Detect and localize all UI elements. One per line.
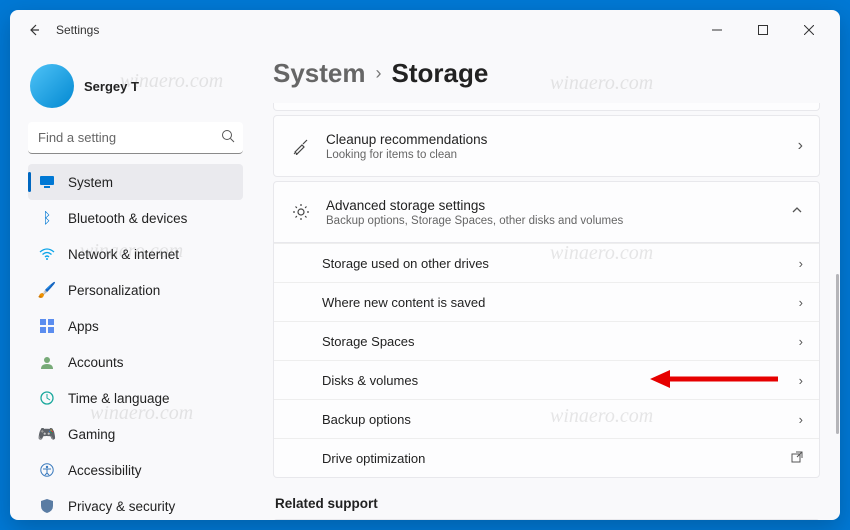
nav-label: Apps [68, 319, 99, 334]
sub-where-new-content[interactable]: Where new content is saved › [274, 282, 819, 321]
sub-label: Disks & volumes [322, 373, 418, 388]
nav-network[interactable]: Network & internet [28, 236, 243, 272]
advanced-card[interactable]: Advanced storage settings Backup options… [273, 181, 820, 243]
app-title: Settings [56, 23, 99, 37]
card-top-edge [273, 103, 820, 111]
nav-accounts[interactable]: Accounts [28, 344, 243, 380]
accounts-icon [38, 353, 56, 371]
apps-icon [38, 317, 56, 335]
nav-label: Personalization [68, 283, 160, 298]
wifi-icon [38, 245, 56, 263]
sub-backup-options[interactable]: Backup options › [274, 399, 819, 438]
nav-system[interactable]: System [28, 164, 243, 200]
sub-disks-volumes[interactable]: Disks & volumes › [274, 360, 819, 399]
cleanup-card[interactable]: Cleanup recommendations Looking for item… [273, 115, 820, 177]
shield-icon [38, 497, 56, 515]
nav-apps[interactable]: Apps [28, 308, 243, 344]
sub-label: Storage used on other drives [322, 256, 489, 271]
sub-storage-spaces[interactable]: Storage Spaces › [274, 321, 819, 360]
nav-label: System [68, 175, 113, 190]
row-subtitle: Backup options, Storage Spaces, other di… [326, 215, 791, 227]
chevron-right-icon: › [799, 373, 803, 388]
breadcrumb: System › Storage [273, 58, 820, 89]
gear-icon [290, 203, 312, 221]
clock-icon [38, 389, 56, 407]
minimize-icon [712, 25, 722, 35]
breadcrumb-parent[interactable]: System [273, 58, 366, 89]
maximize-button[interactable] [740, 15, 786, 45]
bluetooth-icon: ᛒ [38, 209, 56, 227]
system-icon [38, 173, 56, 191]
nav-list: System ᛒ Bluetooth & devices Network & in… [28, 164, 255, 520]
back-button[interactable] [18, 14, 50, 46]
chevron-right-icon: › [799, 256, 803, 271]
main-content: System › Storage Cleanup recommendations… [255, 50, 840, 520]
external-link-icon [791, 451, 803, 466]
nav-label: Gaming [68, 427, 115, 442]
broom-icon [290, 137, 312, 155]
row-subtitle: Looking for items to clean [326, 149, 798, 161]
related-card[interactable]: Help from the web [273, 519, 820, 520]
close-button[interactable] [786, 15, 832, 45]
titlebar: Settings [10, 10, 840, 50]
window-controls [694, 15, 832, 45]
nav-label: Time & language [68, 391, 170, 406]
row-title: Advanced storage settings [326, 198, 791, 213]
scrollbar-thumb[interactable] [836, 274, 839, 434]
sub-label: Storage Spaces [322, 334, 415, 349]
chevron-up-icon [791, 203, 803, 221]
page-title: Storage [392, 58, 489, 89]
maximize-icon [758, 25, 768, 35]
search-input[interactable] [28, 122, 243, 154]
minimize-button[interactable] [694, 15, 740, 45]
nav-gaming[interactable]: 🎮 Gaming [28, 416, 243, 452]
sub-label: Where new content is saved [322, 295, 485, 310]
chevron-right-icon: › [799, 334, 803, 349]
back-arrow-icon [26, 22, 42, 38]
chevron-right-icon: › [376, 63, 382, 84]
accessibility-icon [38, 461, 56, 479]
nav-label: Bluetooth & devices [68, 211, 187, 226]
sub-label: Drive optimization [322, 451, 425, 466]
nav-label: Network & internet [68, 247, 179, 262]
nav-label: Privacy & security [68, 499, 175, 514]
scrollbar[interactable] [836, 146, 839, 520]
related-heading: Related support [275, 496, 820, 511]
nav-accessibility[interactable]: Accessibility [28, 452, 243, 488]
advanced-sublist: Storage used on other drives › Where new … [273, 243, 820, 478]
nav-privacy[interactable]: Privacy & security [28, 488, 243, 520]
search-box [28, 122, 243, 154]
gaming-icon: 🎮 [38, 425, 56, 443]
close-icon [804, 25, 814, 35]
sidebar: Sergey T System ᛒ Bluetooth & devices Net… [10, 50, 255, 520]
sub-label: Backup options [322, 412, 411, 427]
username: Sergey T [84, 79, 139, 94]
nav-label: Accessibility [68, 463, 142, 478]
nav-personalization[interactable]: 🖌️ Personalization [28, 272, 243, 308]
chevron-right-icon: › [799, 295, 803, 310]
nav-label: Accounts [68, 355, 124, 370]
row-title: Cleanup recommendations [326, 132, 798, 147]
nav-time[interactable]: Time & language [28, 380, 243, 416]
sub-drive-optimization[interactable]: Drive optimization [274, 438, 819, 477]
chevron-right-icon: › [799, 412, 803, 427]
nav-bluetooth[interactable]: ᛒ Bluetooth & devices [28, 200, 243, 236]
brush-icon: 🖌️ [38, 281, 56, 299]
profile[interactable]: Sergey T [28, 60, 255, 122]
search-icon [221, 129, 235, 148]
sub-storage-other-drives[interactable]: Storage used on other drives › [274, 243, 819, 282]
settings-window: Settings Sergey T System ᛒ Bluetooth & de… [10, 10, 840, 520]
avatar [30, 64, 74, 108]
chevron-right-icon: › [798, 137, 803, 155]
